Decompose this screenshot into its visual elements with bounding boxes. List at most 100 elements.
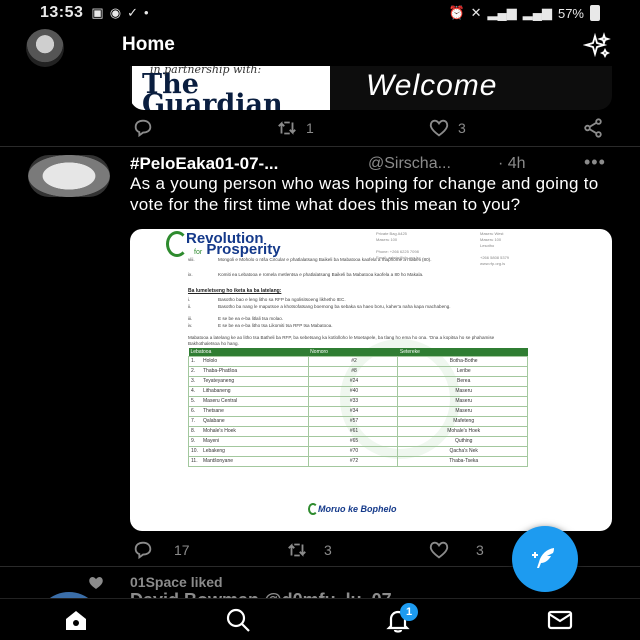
table-row: 1. Hololo #2 Botha-Bothe [188, 355, 528, 367]
status-time: 13:53 [40, 4, 84, 21]
row-number: 4. [191, 388, 196, 394]
document-item-text: E se be ea e-ba litho tsa Likomiti tsa R… [218, 323, 333, 328]
share-icon [584, 118, 602, 138]
tweet-media-document[interactable]: Revolution for Prosperity Private Bag A4… [130, 229, 612, 531]
table-row: 9. Mayeni #65 Quthing [188, 435, 528, 447]
retweet-button[interactable]: 1 [276, 117, 314, 139]
status-notification-icons: ▣ ◉ ✓ • [91, 5, 148, 21]
document-item-num: ii. [188, 304, 192, 309]
signal-icon: ▂▄▆ [522, 5, 552, 20]
row-number: 8. [191, 428, 196, 434]
district-name: Maseru [397, 395, 528, 407]
table-cell: 2. Thaba-Phatšoa [188, 365, 309, 377]
row-number: 2. [191, 368, 196, 374]
document-brand-for: for [194, 249, 203, 256]
notifications-badge: 1 [400, 603, 418, 621]
constituency-number: #72 [307, 455, 399, 467]
nav-search[interactable] [224, 606, 252, 634]
share-button[interactable] [582, 117, 604, 139]
document-item-num: i. [188, 297, 191, 302]
document-item-num: iv. [188, 323, 193, 328]
constituency-name: Lebakeng [203, 448, 225, 454]
compose-tweet-button[interactable] [512, 526, 578, 592]
table-cell: 5. Maseru Central [188, 395, 309, 407]
district-name: Mohale's Hoek [397, 425, 528, 437]
row-number: 3. [191, 378, 196, 384]
table-header: Lebatooa [188, 348, 309, 356]
table-cell: 7. Qalabane [188, 415, 309, 427]
table-cell: 8. Mohale's Hoek [188, 425, 309, 437]
table-row: 11. Mantšonyane #72 Thaba-Tseka [188, 455, 528, 467]
document-item-text: Basotho ba nang le maputsoe a khotsofats… [218, 304, 451, 309]
profile-avatar[interactable] [26, 29, 64, 67]
constituency-name: Hololo [203, 358, 218, 364]
table-row: 3. Teyateyaneng #24 Berea [188, 375, 528, 387]
table-cell: 4. Lithabaneng [188, 385, 309, 397]
retweet-button[interactable]: 3 [286, 539, 332, 561]
tweet-divider [0, 146, 640, 147]
retweet-count: 3 [324, 542, 332, 558]
constituency-number: #70 [307, 445, 399, 457]
reply-icon [134, 541, 152, 560]
activity-liked-text[interactable]: 01Space liked [130, 574, 223, 590]
district-name: Maseru [397, 385, 528, 397]
row-number: 10. [191, 448, 198, 454]
table-row: 5. Maseru Central #33 Maseru [188, 395, 528, 407]
heart-icon [429, 119, 449, 137]
like-button[interactable]: 3 [428, 117, 466, 139]
tweet-actions: 1 3 [130, 116, 612, 140]
like-button[interactable]: 3 [428, 539, 484, 561]
footer-logo-icon [308, 503, 318, 515]
nav-messages[interactable] [546, 606, 574, 634]
retweet-icon [288, 543, 306, 557]
mute-icon: ✕ [470, 5, 482, 20]
guardian-logo-line2: Guardian [142, 89, 283, 110]
table-header-row: Lebatooa Nomoro Setereke [188, 348, 528, 356]
reply-button[interactable] [132, 117, 154, 139]
document-item-text: Komiti ea Lebatooa e romela metlentsa e … [218, 272, 424, 277]
status-bar: 13:53 ▣ ◉ ✓ • ⏰ ✕ ▂▄▆ ▂▄▆ 57% [0, 0, 640, 26]
tweet-author-name[interactable]: #PeloEaka01-07-... [130, 154, 278, 174]
tweet-author-handle[interactable]: @Sirscha... [368, 155, 451, 173]
page-title: Home [122, 34, 175, 55]
constituency-number: #2 [307, 355, 399, 367]
table-cell: 6. Thetsane [188, 405, 309, 417]
constituency-name: Mantšonyane [203, 458, 234, 464]
image-icon: ▣ [91, 5, 104, 20]
battery-icon [590, 5, 600, 21]
tweet-timestamp: · 4h [498, 155, 526, 172]
row-number: 1. [191, 358, 196, 364]
table-row: 6. Thetsane #34 Maseru [188, 405, 528, 417]
heart-icon [429, 541, 449, 559]
dot-icon: • [143, 5, 149, 20]
check-icon: ✓ [127, 5, 138, 20]
document-item-text: E se be ea e-ba litlali tsa molao. [218, 316, 284, 321]
welcome-text: Welcome [366, 69, 498, 102]
rfp-logo-icon [166, 231, 188, 257]
district-name: Quthing [397, 435, 528, 447]
tweet-text: As a young person who was hoping for cha… [130, 174, 599, 214]
messages-icon [547, 610, 573, 630]
table-row: 7. Qalabane #57 Mafeteng [188, 415, 528, 427]
compose-feather-icon [532, 548, 554, 568]
document-brand-line2: for Prosperity [194, 241, 281, 258]
constituency-name: Thaba-Phatšoa [203, 368, 238, 374]
table-cell: 1. Hololo [188, 355, 309, 367]
tweet-media-banner[interactable]: in partnership with: The Guardian Welcom… [130, 66, 612, 110]
constituency-number: #33 [307, 395, 399, 407]
constituency-name: Teyateyaneng [203, 378, 235, 384]
more-options-icon[interactable]: ••• [584, 152, 606, 173]
signal-icon: ▂▄▆ [487, 5, 517, 20]
constituency-table: Lebatooa Nomoro Setereke 1. Hololo #2 Botha… [188, 348, 528, 467]
constituency-name: Maseru Central [203, 398, 238, 404]
row-number: 7. [191, 418, 196, 424]
constituency-name: Thetsane [203, 408, 224, 414]
reply-button[interactable]: 17 [132, 539, 190, 561]
alarm-icon: ⏰ [448, 5, 465, 20]
sparkle-icon[interactable] [583, 32, 611, 60]
document-footer: Moruo ke Bophelo [318, 504, 397, 514]
constituency-name: Mayeni [203, 438, 220, 444]
like-count: 3 [458, 120, 466, 136]
nav-home[interactable] [62, 606, 90, 634]
tweet-author-avatar[interactable] [28, 155, 110, 197]
